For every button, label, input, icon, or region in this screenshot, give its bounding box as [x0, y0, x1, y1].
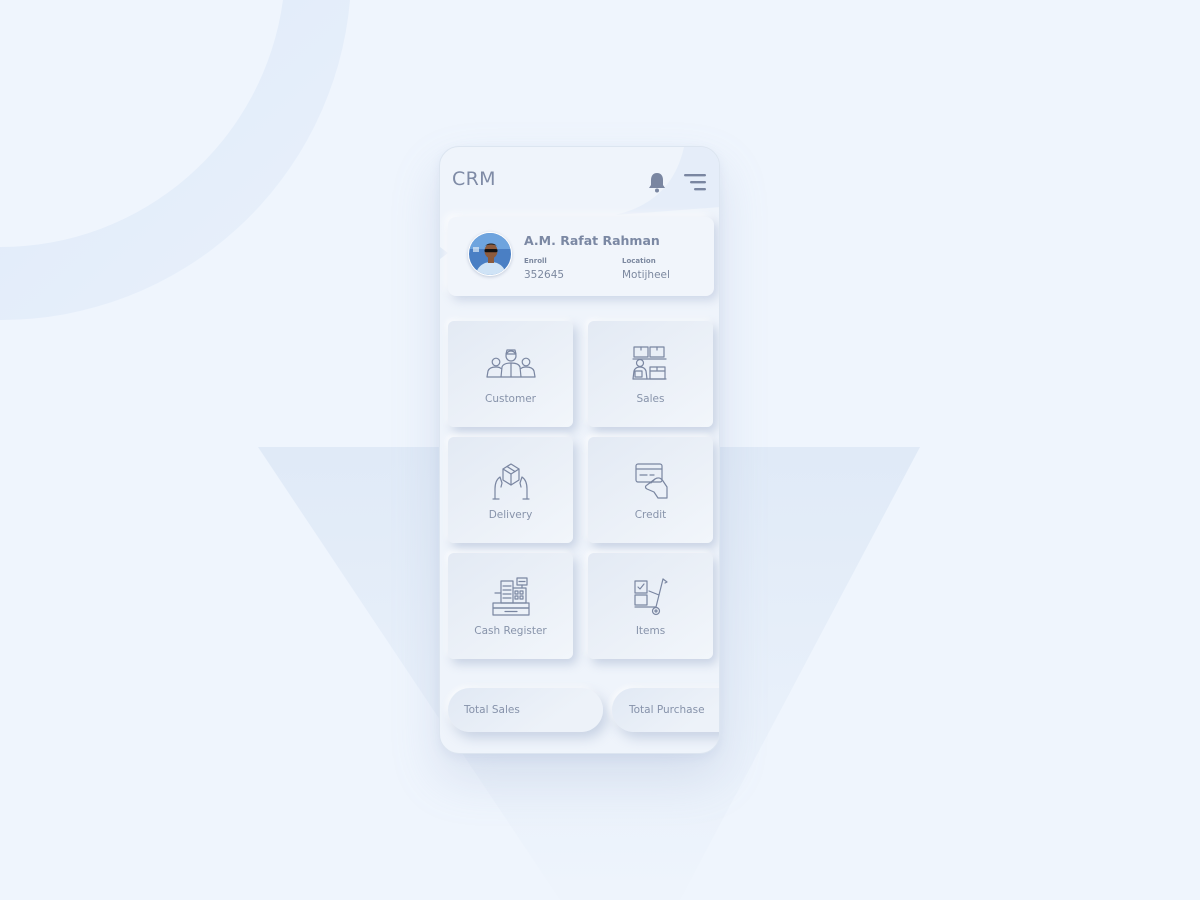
location-value: Motijheel [622, 269, 670, 281]
total-purchase-button[interactable]: Total Purchase [612, 688, 719, 732]
tile-label: Delivery [488, 509, 533, 521]
tile-label: Sales [636, 393, 665, 405]
customers-group-icon [486, 349, 536, 378]
tile-customer[interactable]: Customer [448, 321, 573, 427]
enroll-value: 352645 [524, 269, 565, 281]
tile-delivery[interactable]: Delivery [448, 437, 573, 543]
tile-sales[interactable]: Sales [588, 321, 713, 427]
total-purchase-label: Total Purchase [629, 704, 705, 716]
avatar [468, 232, 512, 276]
tile-label: Credit [634, 509, 667, 521]
tile-label: Items [635, 625, 666, 637]
enroll-label: Enroll [524, 257, 547, 265]
profile-card[interactable]: A.M. Rafat Rahman Enroll 352645 Location… [448, 217, 714, 296]
tile-items[interactable]: Items [588, 553, 713, 659]
credit-card-hand-icon [635, 463, 668, 499]
user-name: A.M. Rafat Rahman [524, 233, 660, 248]
cash-register-icon [492, 577, 530, 616]
sales-boxes-icon [632, 346, 667, 380]
tile-cash-register[interactable]: Cash Register [448, 553, 573, 659]
tile-label: Customer [484, 393, 536, 405]
tile-label: Cash Register [474, 625, 547, 637]
tile-credit[interactable]: Credit [588, 437, 713, 543]
location-label: Location [622, 257, 656, 265]
total-sales-label: Total Sales [464, 704, 520, 716]
filter-menu-icon[interactable] [683, 172, 707, 192]
hand-truck-icon [634, 578, 668, 616]
total-sales-button[interactable]: Total Sales [448, 688, 603, 732]
delivery-box-hands-icon [492, 463, 530, 500]
phone-screen: CRM A.M. Rafat Rahman Enroll 352645 Loca… [439, 146, 720, 754]
avatar-photo [469, 233, 511, 275]
bell-icon[interactable] [647, 171, 667, 193]
app-title: CRM [452, 168, 496, 190]
